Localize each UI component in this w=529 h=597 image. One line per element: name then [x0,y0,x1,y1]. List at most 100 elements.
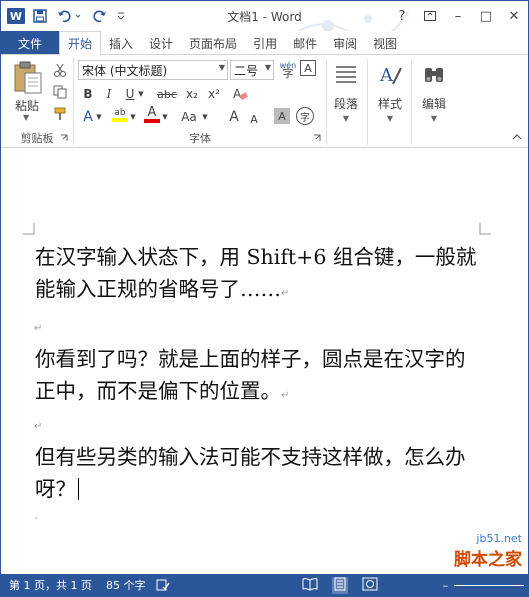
customize-qat-icon[interactable] [115,5,127,27]
document-area[interactable]: 在汉字输入状态下，用 Shift+6 组合键，一般就能输入正规的省略号了……↵ … [1,149,528,575]
paragraph-button[interactable]: 段落 ▼ [323,59,369,123]
chevron-down-icon: ▼ [264,63,271,72]
font-launcher-icon[interactable] [312,133,322,143]
help-button[interactable]: ? [388,1,416,31]
print-layout-icon[interactable] [332,577,348,594]
status-bar: 第 1 页，共 1 页 85 个字 – [1,574,528,596]
zoom-slider[interactable] [454,584,524,586]
page-count[interactable]: 第 1 页，共 1 页 [9,577,92,593]
bold-button[interactable]: B [78,84,98,104]
ribbon-display-options-icon[interactable] [416,1,444,31]
styles-button[interactable]: A 样式 ▼ [367,59,413,123]
strikethrough-button[interactable]: abc [154,84,180,104]
tab-view[interactable]: 视图 [365,31,405,55]
phonetic-guide-button[interactable]: wén 字 [278,60,298,80]
highlight-color-bar [112,117,128,122]
editing-label: 编辑 [421,97,446,111]
font-name-value: 宋体 (中文标题) [82,63,168,78]
copy-icon[interactable] [51,83,69,101]
collapse-ribbon-icon[interactable] [512,133,522,144]
clear-formatting-icon[interactable]: A [230,84,250,104]
zoom-control: – [435,574,529,596]
tab-references[interactable]: 引用 [245,31,285,55]
character-border-button[interactable]: A [300,60,316,76]
clipboard-launcher-icon[interactable] [59,133,69,143]
paragraph-icon [330,59,362,91]
underline-dropdown-icon[interactable]: ▼ [136,84,146,104]
window-controls: ? – □ ✕ [388,1,528,31]
font-color-dropdown-icon[interactable]: ▼ [160,107,170,127]
tab-design[interactable]: 设计 [141,31,181,55]
format-painter-icon[interactable] [51,105,69,123]
save-icon[interactable] [29,5,51,27]
paste-icon[interactable] [11,61,45,95]
clipboard-group: 粘贴 ▼ 剪贴板 [1,55,73,148]
styles-label: 样式 [377,97,402,111]
cut-icon[interactable] [51,61,69,79]
text-effects-dropdown-icon[interactable]: ▼ [94,107,104,127]
undo-icon[interactable] [55,5,85,27]
word-count[interactable]: 85 个字 [106,577,146,593]
redo-icon[interactable] [89,5,111,27]
paste-button[interactable]: 粘贴 [9,97,45,114]
styles-icon: A [374,59,406,91]
highlight-button[interactable]: ab [110,105,130,125]
empty-paragraph-mark: ↵ [34,421,43,432]
tab-page-layout[interactable]: 页面布局 [181,31,245,55]
font-size-value: 二号 [234,63,259,78]
enclose-characters-button[interactable]: 字 [296,107,314,125]
chevron-down-icon: ▼ [386,114,394,123]
view-buttons [302,577,378,594]
svg-text:A: A [233,87,242,101]
close-button[interactable]: ✕ [500,1,528,31]
word-window: W 文档1 - Word ? – □ ✕ 文件 开始 插入 设计 页面布局 引用… [0,0,529,597]
editing-button[interactable]: 编辑 ▼ [411,59,457,123]
change-case-button[interactable]: Aa [178,107,200,127]
font-name-combo[interactable]: 宋体 (中文标题) ▼ [78,60,228,80]
paste-dropdown-icon[interactable]: ▼ [23,113,29,122]
maximize-button[interactable]: □ [472,1,500,31]
change-case-dropdown-icon[interactable]: ▼ [200,107,210,127]
subscript-button[interactable]: x₂ [182,84,202,104]
highlight-dropdown-icon[interactable]: ▼ [128,107,138,127]
tab-home[interactable]: 开始 [59,31,102,56]
superscript-button[interactable]: x² [204,84,224,104]
binoculars-icon [418,59,450,91]
zoom-out-button[interactable]: – [443,579,449,592]
phonetic-guide-char: 字 [282,67,294,80]
empty-paragraph-mark: ↵ [34,323,43,334]
document-paragraph[interactable]: 在汉字输入状态下，用 Shift+6 组合键，一般就能输入正规的省略号了……↵ [35,241,485,310]
minimize-button[interactable]: – [444,1,472,31]
font-color-button[interactable]: A [142,105,162,125]
read-mode-icon[interactable] [302,577,318,594]
paragraph-mark: ↵ [281,288,290,299]
grow-font-button[interactable]: A [224,107,244,127]
title-bar: W 文档1 - Word ? – □ ✕ [1,1,528,52]
font-group: 宋体 (中文标题) ▼ 二号 ▼ wén 字 A B I U ▼ abc x₂ … [74,55,326,148]
tab-review[interactable]: 审阅 [325,31,365,55]
font-size-combo[interactable]: 二号 ▼ [230,60,274,80]
quick-access-toolbar: W [1,1,127,31]
margin-corner-mark [479,223,491,235]
character-shading-button[interactable]: A [274,108,290,124]
tab-insert[interactable]: 插入 [101,31,141,55]
web-layout-icon[interactable] [362,577,378,594]
proofing-icon[interactable] [155,578,171,592]
text-cursor [78,478,79,500]
paragraph-mark: ↵ [281,390,290,401]
document-paragraph[interactable]: 你看到了吗？就是上面的样子，圆点是在汉字的正中，而不是偏下的位置。↵ [35,343,485,412]
chevron-down-icon: ▼ [342,114,350,123]
tab-file[interactable]: 文件 [1,31,59,55]
shrink-font-button[interactable]: A [244,109,264,129]
word-logo-icon[interactable]: W [7,8,25,24]
document-paragraph[interactable]: 但有些另类的输入法可能不支持这样做，怎么办呀？ [35,441,485,505]
paragraph-text: 但有些另类的输入法可能不支持这样做，怎么办呀？ [35,445,466,501]
italic-button[interactable]: I [99,84,119,104]
svg-text:A: A [379,65,394,86]
tab-mailings[interactable]: 邮件 [285,31,325,55]
paragraph-label: 段落 [333,97,358,111]
margin-corner-mark [23,223,35,235]
font-color-letter: A [147,105,157,120]
margin-mark: ˛ [34,509,39,520]
paragraph-text: 在汉字输入状态下，用 Shift+6 组合键，一般就能输入正规的省略号了…… [35,245,477,301]
